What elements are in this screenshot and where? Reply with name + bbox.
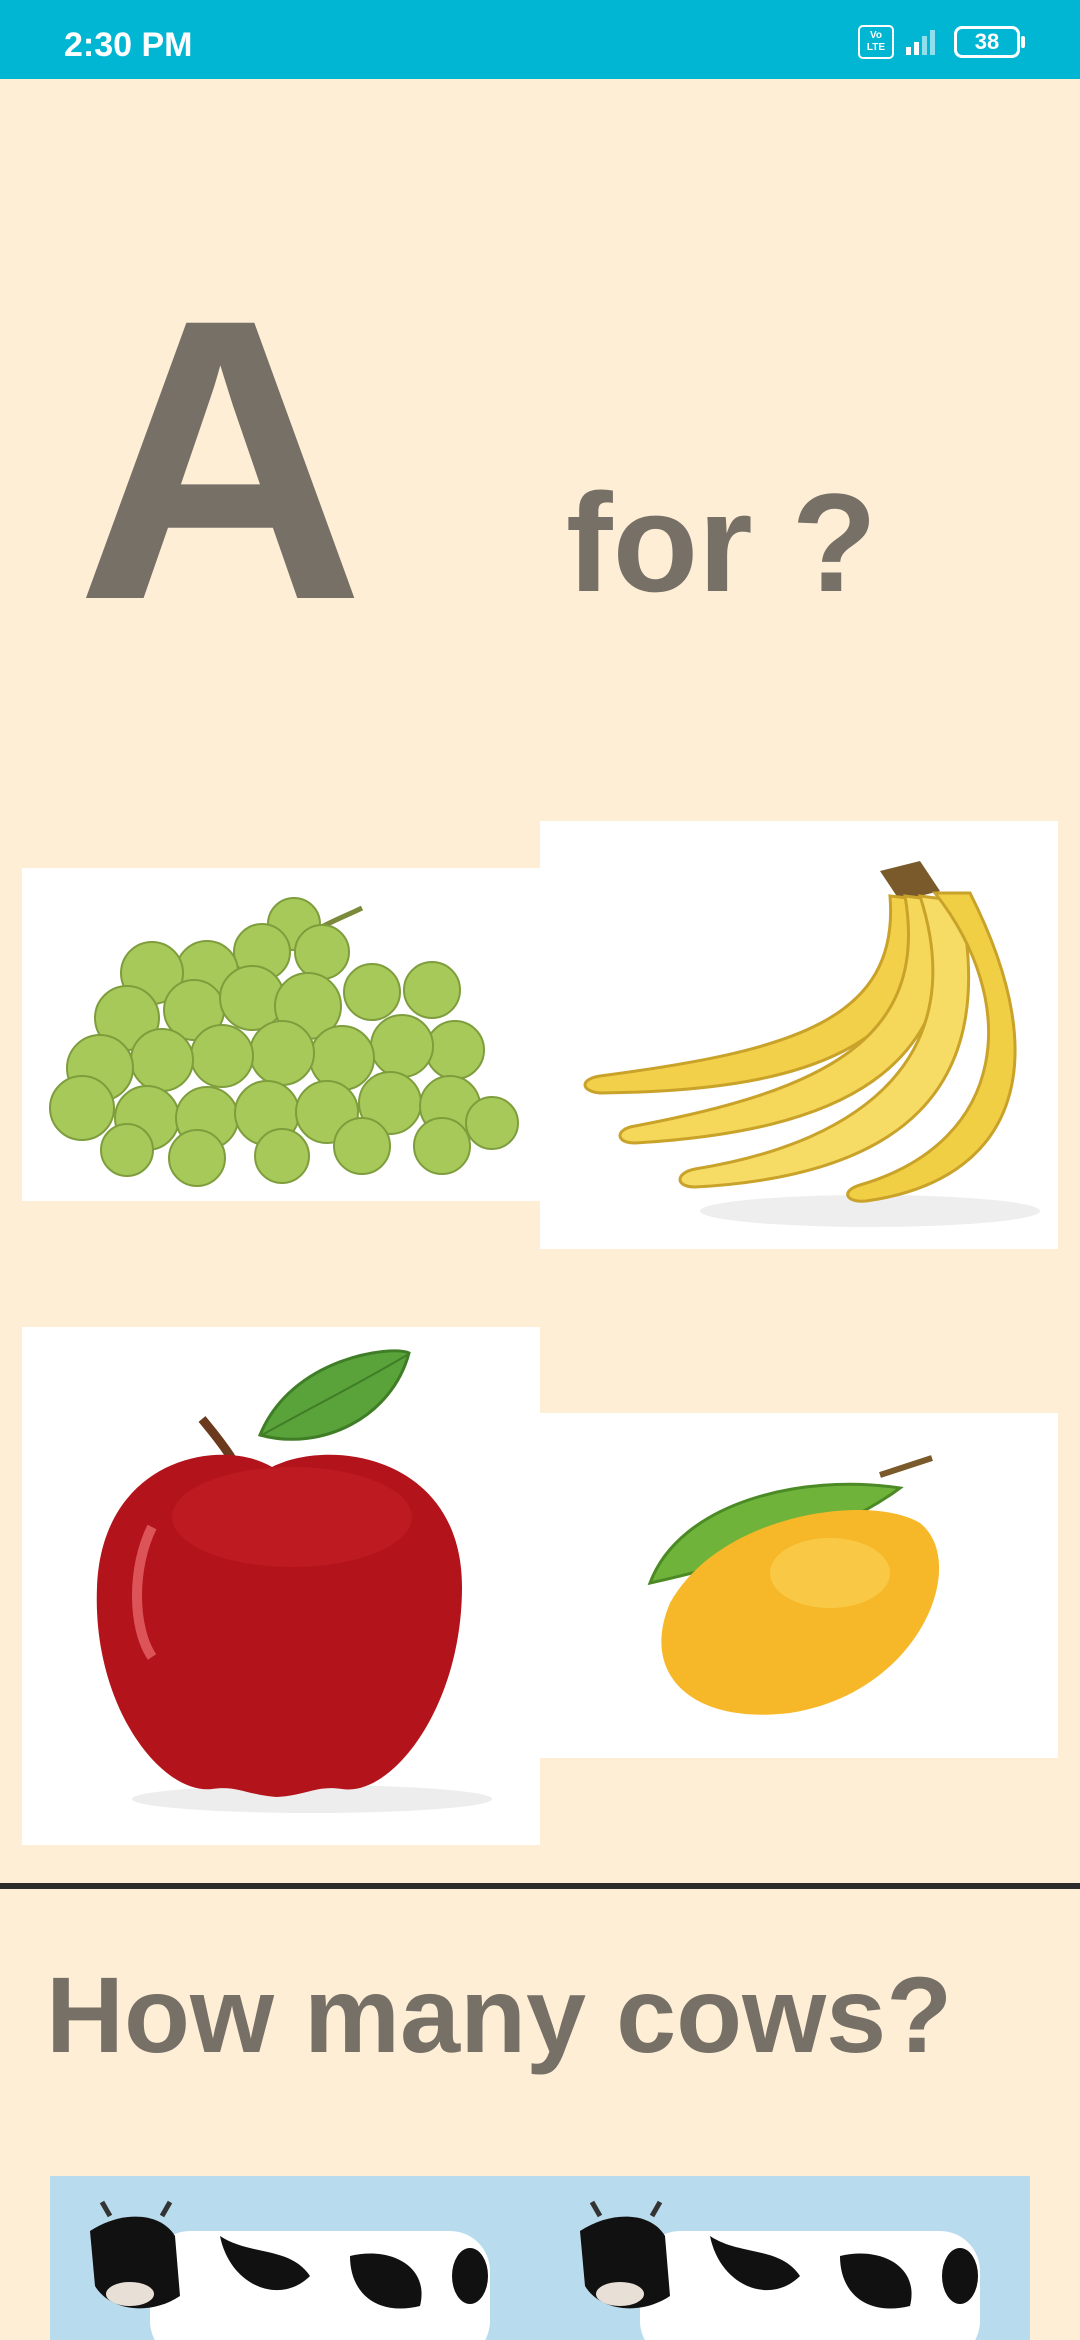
cow-icon xyxy=(90,2200,980,2340)
mango-card[interactable] xyxy=(540,1413,1058,1758)
status-time: 2:30 PM xyxy=(64,26,193,64)
banana-icon xyxy=(583,861,1040,1227)
cows-image[interactable] xyxy=(50,2176,1030,2340)
apple-icon xyxy=(96,1349,492,1813)
letter-heading: A xyxy=(76,236,365,683)
signal-icon xyxy=(906,30,935,55)
status-bar: 2:30 PM Vo LTE 38 xyxy=(0,0,1080,79)
battery-icon: 38 xyxy=(954,26,1025,58)
grapes-card[interactable] xyxy=(22,868,540,1201)
prompt-text: for ? xyxy=(566,464,878,621)
section-divider xyxy=(0,1883,1080,1889)
banana-card[interactable] xyxy=(540,821,1058,1249)
volte-icon: Vo LTE xyxy=(858,25,894,59)
mango-icon xyxy=(647,1455,940,1715)
status-icons: Vo LTE 38 xyxy=(858,22,1025,62)
apple-card[interactable] xyxy=(22,1327,540,1845)
counting-question: How many cows? xyxy=(46,1954,953,2075)
grapes-icon xyxy=(49,897,519,1187)
